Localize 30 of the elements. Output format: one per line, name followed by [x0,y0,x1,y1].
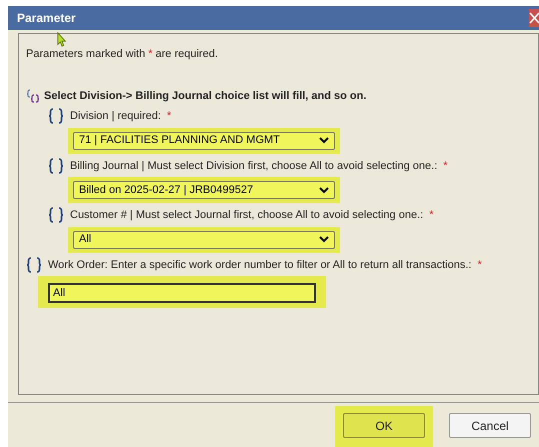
required-mark: * [166,109,172,124]
dropdown[interactable]: 71 | FACILITIES PLANNING AND MGMT [73,132,335,150]
field-label: Customer # | Must select Journal first, choose All to avoid selecting one.: [70,208,424,223]
braces-icon [48,108,64,124]
dialog-button[interactable]: Cancel [449,413,531,438]
chevron-icon [319,236,329,243]
group-heading: Select Division-> Billing Journal choice list will fill, and so on. [44,88,366,104]
cursor-icon [57,32,67,47]
close-icon [529,12,539,24]
required-mark: * [477,258,482,272]
window-title: Parameter [17,10,76,27]
dropdown[interactable]: Billed on 2025-02-27 | JRB0499527 [73,181,335,199]
required-mark: * [429,208,434,223]
field-label: Division | required: [70,109,161,124]
braces-icon [48,207,64,224]
dialog-button[interactable]: OK [343,413,425,438]
close-button[interactable] [529,9,539,27]
notice-text: Parameters marked with [26,47,146,62]
field-label: Billing Journal | Must select Division first, choose All to avoid selecting one.: [70,158,438,174]
required-mark: * [148,47,152,62]
input-field[interactable]: All [48,283,316,303]
field-label: Work Order: Enter a specific work order number to filter or All to return all transactions.: [48,258,472,272]
dropdown[interactable]: All [73,230,335,248]
notice-text: are required. [156,47,218,62]
required-mark: * [443,158,448,174]
chevron-icon [319,186,329,194]
braces-icon [26,256,42,273]
braces-icon [26,88,40,103]
chevron-icon [319,137,329,144]
braces-icon [48,158,64,174]
